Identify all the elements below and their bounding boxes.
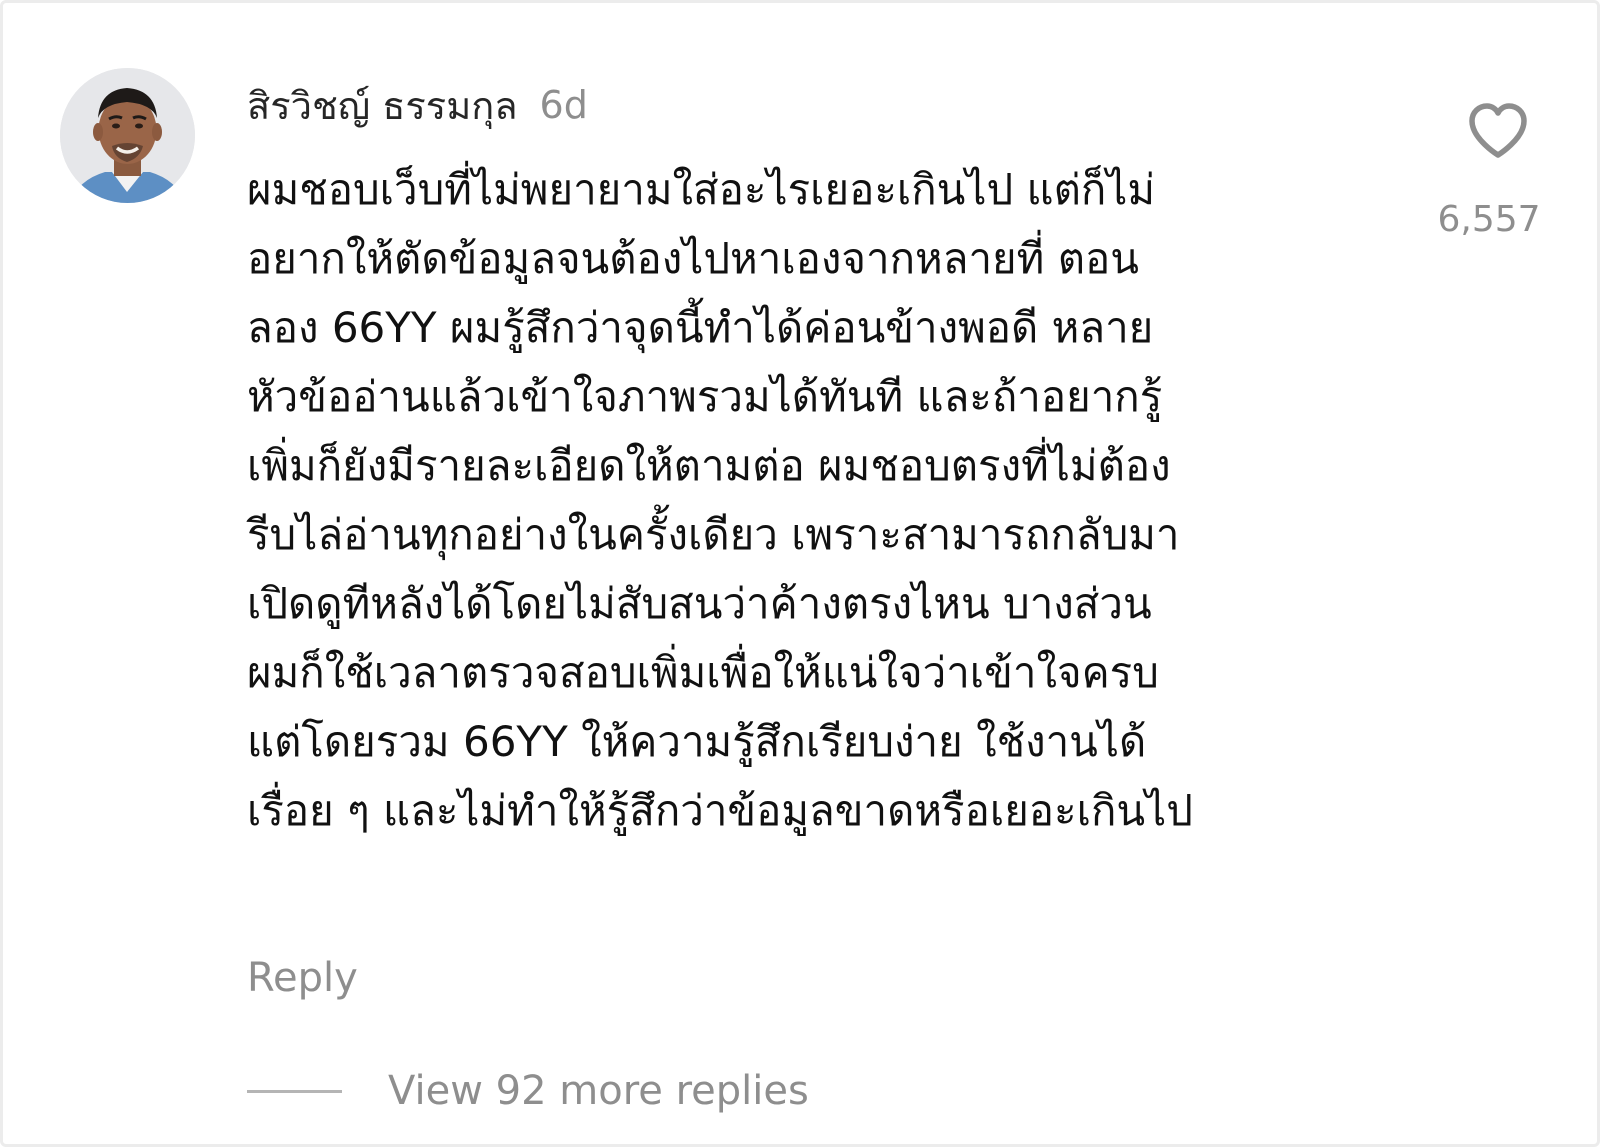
comment-line: เปิดดูทีหลังได้โดยไม่สับสนว่าค้างตรงไหน … — [247, 579, 1152, 628]
comment-line: ผมชอบเว็บที่ไม่พยายามใส่อะไรเยอะเกินไป แ… — [247, 165, 1156, 214]
comment-card: สิรวิชญ์ ธรรมกุล 6d ผมชอบเว็บที่ไม่พยายา… — [0, 0, 1600, 1147]
comment-body: ผมชอบเว็บที่ไม่พยายามใส่อะไรเยอะเกินไป แ… — [247, 155, 1377, 845]
comment-line: เรื่อย ๆ และไม่ทำให้รู้สึกว่าข้อมูลขาดหร… — [247, 786, 1193, 835]
replies-divider — [247, 1089, 342, 1093]
avatar-portrait — [60, 68, 195, 203]
comment-timestamp: 6d — [539, 83, 588, 127]
heart-outline-icon — [1469, 103, 1527, 158]
comment-line: อยากให้ตัดข้อมูลจนต้องไปหาเองจากหลายที่ … — [247, 234, 1139, 283]
like-button[interactable] — [1466, 101, 1530, 161]
comment-header: สิรวิชญ์ ธรรมกุล 6d — [247, 75, 588, 135]
view-more-replies-button[interactable]: View 92 more replies — [388, 1068, 809, 1114]
like-count: 6,557 — [1437, 199, 1541, 240]
comment-line: ผมก็ใช้เวลาตรวจสอบเพิ่มเพื่อให้แน่ใจว่าเ… — [247, 648, 1159, 697]
comment-line: หัวข้ออ่านแล้วเข้าใจภาพรวมได้ทันที และถ้… — [247, 372, 1163, 421]
comment-line: เพิ่มก็ยังมีรายละเอียดให้ตามต่อ ผมชอบตรง… — [247, 441, 1171, 490]
comment-line: ลอง 66YY ผมรู้สึกว่าจุดนี้ทำได้ค่อนข้างพ… — [247, 303, 1154, 352]
user-avatar[interactable] — [60, 68, 195, 203]
comment-line: แต่โดยรวม 66YY ให้ความรู้สึกเรียบง่าย ใช… — [247, 717, 1147, 766]
reply-button[interactable]: Reply — [247, 955, 358, 1001]
view-replies-row: View 92 more replies — [247, 1061, 809, 1121]
username[interactable]: สิรวิชญ์ ธรรมกุล — [247, 75, 518, 136]
comment-line: รีบไล่อ่านทุกอย่างในครั้งเดียว เพราะสามา… — [247, 510, 1180, 559]
